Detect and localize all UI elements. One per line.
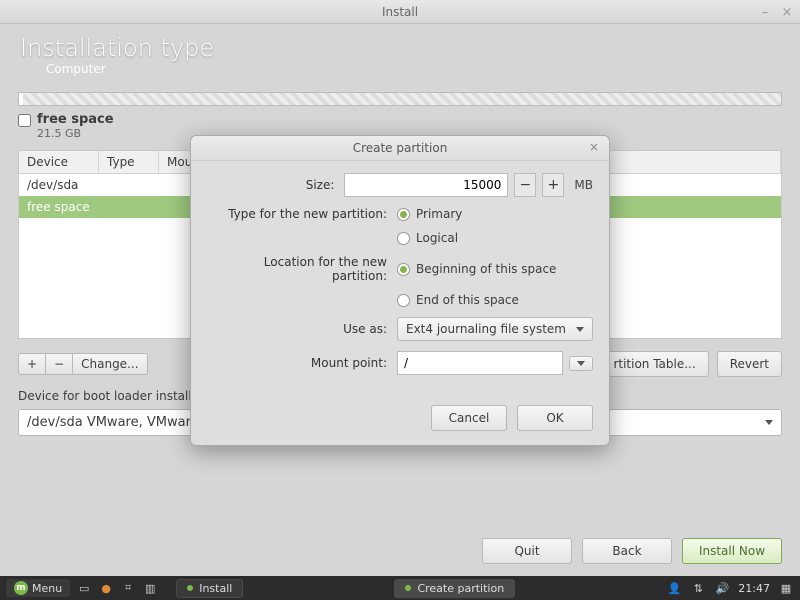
radio-primary[interactable]: Primary	[397, 207, 462, 221]
header-subtitle: Computer	[20, 62, 780, 76]
radio-dot-icon	[397, 263, 410, 276]
taskbar: m Menu ▭ ● ⌗ ▥ Install Create partition …	[0, 576, 800, 600]
size-increment-button[interactable]: +	[542, 173, 564, 197]
disk-usage-bar	[18, 92, 782, 106]
close-icon[interactable]: ×	[587, 140, 601, 154]
chevron-down-icon	[577, 361, 585, 366]
size-decrement-button[interactable]: −	[514, 173, 536, 197]
minimize-icon[interactable]: –	[758, 5, 772, 19]
radio-logical[interactable]: Logical	[397, 231, 458, 245]
cancel-button[interactable]: Cancel	[431, 405, 507, 431]
free-space-checkbox[interactable]	[18, 114, 31, 127]
location-label: Location for the new partition:	[207, 255, 387, 283]
page-title: Installation type	[20, 34, 780, 62]
new-partition-table-button[interactable]: rtition Table...	[600, 351, 708, 377]
mount-point-label: Mount point:	[207, 356, 387, 370]
terminal-icon[interactable]: ⌗	[120, 580, 136, 596]
start-menu-button[interactable]: m Menu	[6, 579, 70, 597]
dialog-title: Create partition ×	[191, 136, 609, 161]
radio-dot-icon	[397, 294, 410, 307]
radio-dot-icon	[397, 208, 410, 221]
app-icon	[405, 585, 411, 591]
mount-point-dropdown[interactable]	[569, 356, 593, 371]
user-icon[interactable]: 👤	[666, 580, 682, 596]
tray-icon[interactable]: ▦	[778, 580, 794, 596]
partition-type-label: Type for the new partition:	[207, 207, 387, 221]
size-label: Size:	[207, 178, 334, 192]
free-space-size: 21.5 GB	[37, 127, 114, 140]
use-as-select[interactable]: Ext4 journaling file system	[397, 317, 593, 341]
create-partition-dialog: Create partition × Size: − + MB Type for…	[190, 135, 610, 446]
window-title: Install	[382, 5, 418, 19]
radio-end[interactable]: End of this space	[397, 293, 519, 307]
app-icon	[187, 585, 193, 591]
volume-icon[interactable]: 🔊	[714, 580, 730, 596]
firefox-icon[interactable]: ●	[98, 580, 114, 596]
size-unit: MB	[570, 178, 593, 192]
system-tray: 👤 ⇅ 🔊 21:47 ▦	[666, 580, 794, 596]
clock[interactable]: 21:47	[738, 582, 770, 595]
revert-button[interactable]: Revert	[717, 351, 782, 377]
radio-beginning[interactable]: Beginning of this space	[397, 262, 556, 276]
titlebar: Install – ×	[0, 0, 800, 24]
size-input[interactable]	[344, 173, 508, 197]
add-partition-button[interactable]: +	[18, 353, 46, 375]
back-button[interactable]: Back	[582, 538, 672, 564]
show-desktop-icon[interactable]: ▭	[76, 580, 92, 596]
chevron-down-icon	[765, 420, 773, 425]
mint-logo-icon: m	[14, 581, 28, 595]
free-space-label: free space	[37, 112, 114, 127]
row-device: /dev/sda	[27, 178, 78, 192]
remove-partition-button[interactable]: −	[46, 353, 72, 375]
files-icon[interactable]: ▥	[142, 580, 158, 596]
radio-dot-icon	[397, 232, 410, 245]
use-as-label: Use as:	[207, 322, 387, 336]
col-device[interactable]: Device	[19, 151, 99, 173]
network-icon[interactable]: ⇅	[690, 580, 706, 596]
wizard-footer: Quit Back Install Now	[482, 538, 782, 564]
quit-button[interactable]: Quit	[482, 538, 572, 564]
col-type[interactable]: Type	[99, 151, 159, 173]
install-now-button[interactable]: Install Now	[682, 538, 782, 564]
close-icon[interactable]: ×	[780, 5, 794, 19]
row-device: free space	[27, 200, 90, 214]
chevron-down-icon	[576, 327, 584, 332]
ok-button[interactable]: OK	[517, 405, 593, 431]
header: Installation type Computer	[0, 24, 800, 82]
change-partition-button[interactable]: Change...	[72, 353, 147, 375]
taskbar-item-install[interactable]: Install	[176, 579, 243, 598]
taskbar-item-create-partition[interactable]: Create partition	[394, 579, 515, 598]
mount-point-input[interactable]	[397, 351, 563, 375]
